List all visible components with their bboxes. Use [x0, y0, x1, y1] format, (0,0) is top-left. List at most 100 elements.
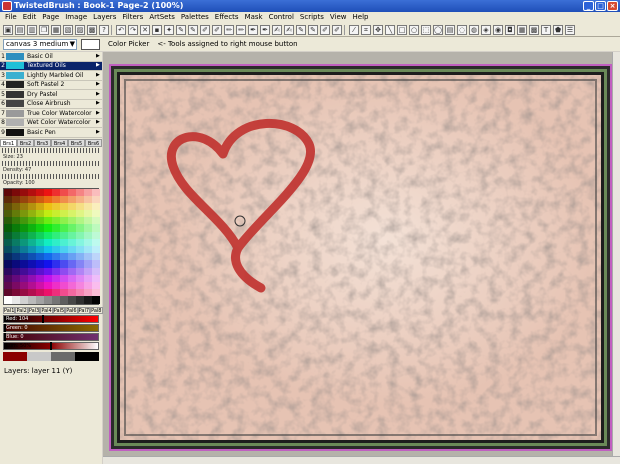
palette-swatch[interactable] [60, 274, 68, 282]
palette-swatch[interactable] [84, 296, 92, 304]
copy-icon[interactable]: ❐ [39, 24, 49, 35]
tab-brs4[interactable]: Brs4 [51, 138, 68, 147]
palette-swatch[interactable] [4, 195, 12, 203]
menu-effects[interactable]: Effects [212, 12, 242, 23]
gradient-icon[interactable]: ▤ [445, 24, 455, 35]
palette-swatch[interactable] [44, 289, 52, 297]
palette-swatch[interactable] [4, 217, 12, 225]
palette-swatch[interactable] [36, 274, 44, 282]
brush-item[interactable]: 8 Wet Color Watercolor ▶ [0, 119, 102, 128]
palette-swatch[interactable] [52, 281, 60, 290]
palette-swatch[interactable] [28, 296, 36, 304]
palette-swatch[interactable] [68, 217, 76, 225]
palette-swatch[interactable] [52, 210, 60, 218]
palette-swatch[interactable] [92, 296, 100, 304]
palette-swatch[interactable] [44, 296, 52, 304]
palette-swatch[interactable] [68, 289, 76, 297]
palette-swatch[interactable] [20, 281, 28, 290]
save-icon[interactable]: ▣ [3, 24, 13, 35]
palette-swatch[interactable] [36, 296, 44, 304]
menu-page[interactable]: Page [39, 12, 62, 23]
paste-icon[interactable]: ▦ [51, 24, 61, 35]
palette-swatch[interactable] [84, 246, 92, 254]
palette-swatch[interactable] [28, 231, 36, 239]
vertical-scrollbar[interactable] [612, 52, 620, 456]
palette-swatch[interactable] [28, 281, 36, 290]
palette-swatch[interactable] [60, 188, 68, 196]
palette-swatch[interactable] [12, 267, 20, 275]
palette-swatch[interactable] [52, 195, 60, 203]
palette-swatch[interactable] [92, 231, 100, 239]
palette-swatch[interactable] [20, 267, 28, 275]
menu-image[interactable]: Image [62, 12, 90, 23]
palette-swatch[interactable] [60, 210, 68, 218]
palette-swatch[interactable] [20, 274, 28, 282]
palette-swatch[interactable] [44, 246, 52, 254]
palette-swatch[interactable] [84, 231, 92, 239]
fill-icon[interactable]: ▪ [152, 24, 162, 35]
palette-swatch[interactable] [84, 224, 92, 232]
palette-swatch[interactable] [76, 260, 84, 268]
palette-swatch[interactable] [20, 202, 28, 211]
palette-swatch[interactable] [60, 281, 68, 290]
palette-swatch[interactable] [68, 224, 76, 232]
palette-swatch[interactable] [36, 253, 44, 261]
palette-swatch[interactable] [44, 188, 52, 196]
menu-scripts[interactable]: Scripts [297, 12, 327, 23]
palette-swatch[interactable] [68, 274, 76, 282]
wand-icon[interactable]: ✦ [164, 24, 174, 35]
palette-swatch[interactable] [4, 296, 12, 304]
palette-swatch[interactable] [12, 281, 20, 290]
color-swatch[interactable] [81, 38, 100, 50]
menu-edit[interactable]: Edit [20, 12, 40, 23]
palette-swatch[interactable] [84, 217, 92, 225]
palette-swatch[interactable] [92, 238, 100, 246]
palette-swatch[interactable] [44, 231, 52, 239]
palette-swatch[interactable] [92, 260, 100, 268]
palette-swatch[interactable] [4, 231, 12, 239]
move-icon[interactable]: ✥ [373, 24, 383, 35]
menu-palettes[interactable]: Palettes [178, 12, 212, 23]
green-slider[interactable]: Green: 0 [3, 323, 99, 332]
rectangle-icon[interactable]: □ [397, 24, 407, 35]
palette-swatch[interactable] [4, 188, 12, 196]
palette-swatch[interactable] [12, 274, 20, 282]
palette-swatch[interactable] [20, 246, 28, 254]
palette-swatch[interactable] [36, 210, 44, 218]
palette-swatch[interactable] [28, 195, 36, 203]
palette-swatch[interactable] [76, 246, 84, 254]
palette-swatch[interactable] [36, 267, 44, 275]
palette-swatch[interactable] [52, 188, 60, 196]
lasso-icon[interactable]: ◌ [457, 24, 467, 35]
palette-swatch[interactable] [60, 238, 68, 246]
opacity-slider[interactable] [2, 173, 100, 179]
palette-swatch[interactable] [52, 238, 60, 246]
slider-knob[interactable] [4, 323, 6, 332]
palette-swatch[interactable] [12, 217, 20, 225]
palette-swatch[interactable] [92, 217, 100, 225]
lum-slider[interactable]: Lum: 50% [3, 341, 99, 350]
mask-icon[interactable]: ◍ [469, 24, 479, 35]
palette-swatch[interactable] [36, 260, 44, 268]
palette-swatch[interactable] [12, 210, 20, 218]
maximize-button[interactable]: □ [595, 1, 606, 11]
palette-swatch[interactable] [92, 224, 100, 232]
play-icon[interactable]: ▶ [96, 80, 102, 89]
slider-knob[interactable] [4, 332, 6, 341]
slider-knob[interactable] [41, 314, 44, 323]
palette-swatch[interactable] [60, 231, 68, 239]
palette-swatch[interactable] [4, 253, 12, 261]
tab-pal1[interactable]: Pal1 [3, 306, 16, 314]
palette-swatch[interactable] [12, 231, 20, 239]
palette-swatch[interactable] [52, 289, 60, 297]
play-icon[interactable]: ▶ [96, 90, 102, 99]
palette-swatch[interactable] [68, 238, 76, 246]
palette-swatch[interactable] [68, 296, 76, 304]
tab-brs2[interactable]: Brs2 [17, 138, 34, 147]
palette-swatch[interactable] [36, 281, 44, 290]
play-icon[interactable]: ▶ [96, 61, 102, 70]
palette-swatch[interactable] [52, 296, 60, 304]
tab-pal2[interactable]: Pal2 [15, 306, 28, 314]
palette-swatch[interactable] [76, 296, 84, 304]
palette-swatch[interactable] [52, 202, 60, 211]
